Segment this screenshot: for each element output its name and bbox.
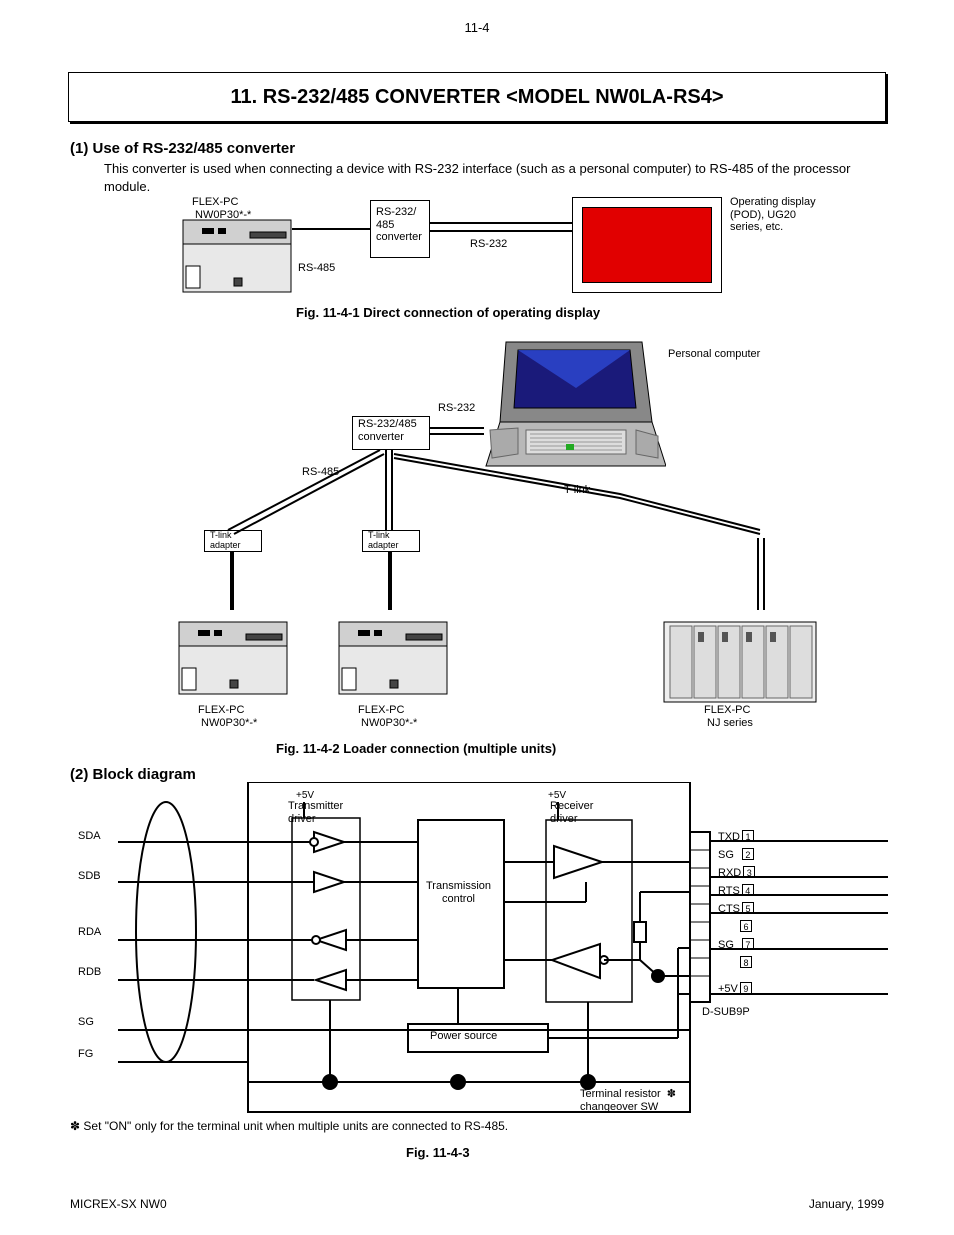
nj-label: FLEX-PC NJ series	[704, 704, 753, 729]
rs485-bus-lines	[200, 450, 820, 590]
tlink-label: T-link	[564, 484, 590, 497]
connector-line	[230, 552, 234, 610]
chapter-title: 11. RS-232/485 CONVERTER <MODEL NW0LA-RS…	[230, 86, 723, 109]
connector-line	[388, 552, 392, 610]
rcvdriver-label: Receiver driver	[550, 800, 593, 825]
connector-line	[430, 424, 490, 444]
switch-note: Terminal resistor ✽ changeover SW	[580, 1088, 676, 1113]
fig1-caption: Fig. 11-4-1 Direct connection of operati…	[296, 304, 600, 322]
page-number: 11-4	[464, 20, 489, 35]
dsub-label: D-SUB9P	[702, 1006, 750, 1019]
sg-label: SG	[78, 1016, 94, 1029]
fig2-caption: Fig. 11-4-2 Loader connection (multiple …	[276, 740, 556, 758]
sdb-label: SDB	[78, 870, 101, 883]
pin2-label: SG2	[718, 848, 754, 862]
pc-label: Personal computer	[668, 348, 760, 361]
connector-line	[292, 228, 370, 230]
pin9-label: +5V9	[718, 982, 752, 996]
tlink-adapter-b-label: T-link adapter	[368, 530, 399, 551]
txctrl-label: Transmission control	[426, 880, 491, 905]
fig3-caption: Fig. 11-4-3	[406, 1144, 470, 1162]
p5v-label1: +5V	[296, 790, 314, 802]
plc1-label: FLEX-PC NW0P30*-*	[192, 196, 251, 221]
txdriver-label: Transmitter driver	[288, 800, 343, 825]
connector-line	[430, 230, 572, 232]
section-2-head: (2) Block diagram	[70, 766, 196, 783]
section-1-head: (1) Use of RS-232/485 converter	[70, 140, 295, 157]
tlink-adapter-a-label: T-link adapter	[210, 530, 241, 551]
power-label: Power source	[430, 1030, 497, 1043]
footer-left: MICREX-SX NW0	[70, 1197, 167, 1211]
plc3-label: FLEX-PC NW0P30*-*	[358, 704, 417, 729]
pin3-label: RXD3	[718, 866, 755, 880]
pin8-label: 8	[740, 956, 752, 970]
plc2-label: FLEX-PC NW0P30*-*	[198, 704, 257, 729]
footer-right: January, 1999	[809, 1197, 884, 1211]
pin1-label: TXD1	[718, 830, 754, 844]
rda-label: RDA	[78, 926, 101, 939]
rdb-label: RDB	[78, 966, 101, 979]
chapter-title-box: 11. RS-232/485 CONVERTER <MODEL NW0LA-RS…	[68, 72, 886, 122]
p5v-label2: +5V	[548, 790, 566, 802]
rs485-label-2: RS-485	[302, 466, 339, 479]
connector-line	[430, 222, 572, 224]
nj-rack-graphic	[660, 606, 820, 706]
footnote: ✽ Set "ON" only for the terminal unit wh…	[70, 1118, 508, 1134]
plc2-graphic	[174, 608, 294, 698]
block-diagram-svg	[118, 782, 888, 1132]
pin6-label: 6	[740, 920, 752, 934]
display-label: Operating display (POD), UG20 series, et…	[730, 196, 816, 234]
pin4-label: RTS4	[718, 884, 754, 898]
section-1-paragraph: This converter is used when connecting a…	[104, 160, 884, 195]
fg-label: FG	[78, 1048, 93, 1061]
pin5-label: CTS5	[718, 902, 754, 916]
plc3-graphic	[334, 608, 454, 698]
converter-2-label: RS-232/485 converter	[358, 418, 417, 443]
display-screen	[582, 207, 712, 283]
rs485-label-1: RS-485	[298, 262, 335, 275]
sda-label: SDA	[78, 830, 101, 843]
converter-1-label: RS-232/ 485 converter	[376, 206, 422, 244]
rs232-label-1: RS-232	[470, 238, 507, 251]
rs232-label-2: RS-232	[438, 402, 475, 415]
pin7-label: SG7	[718, 938, 754, 952]
